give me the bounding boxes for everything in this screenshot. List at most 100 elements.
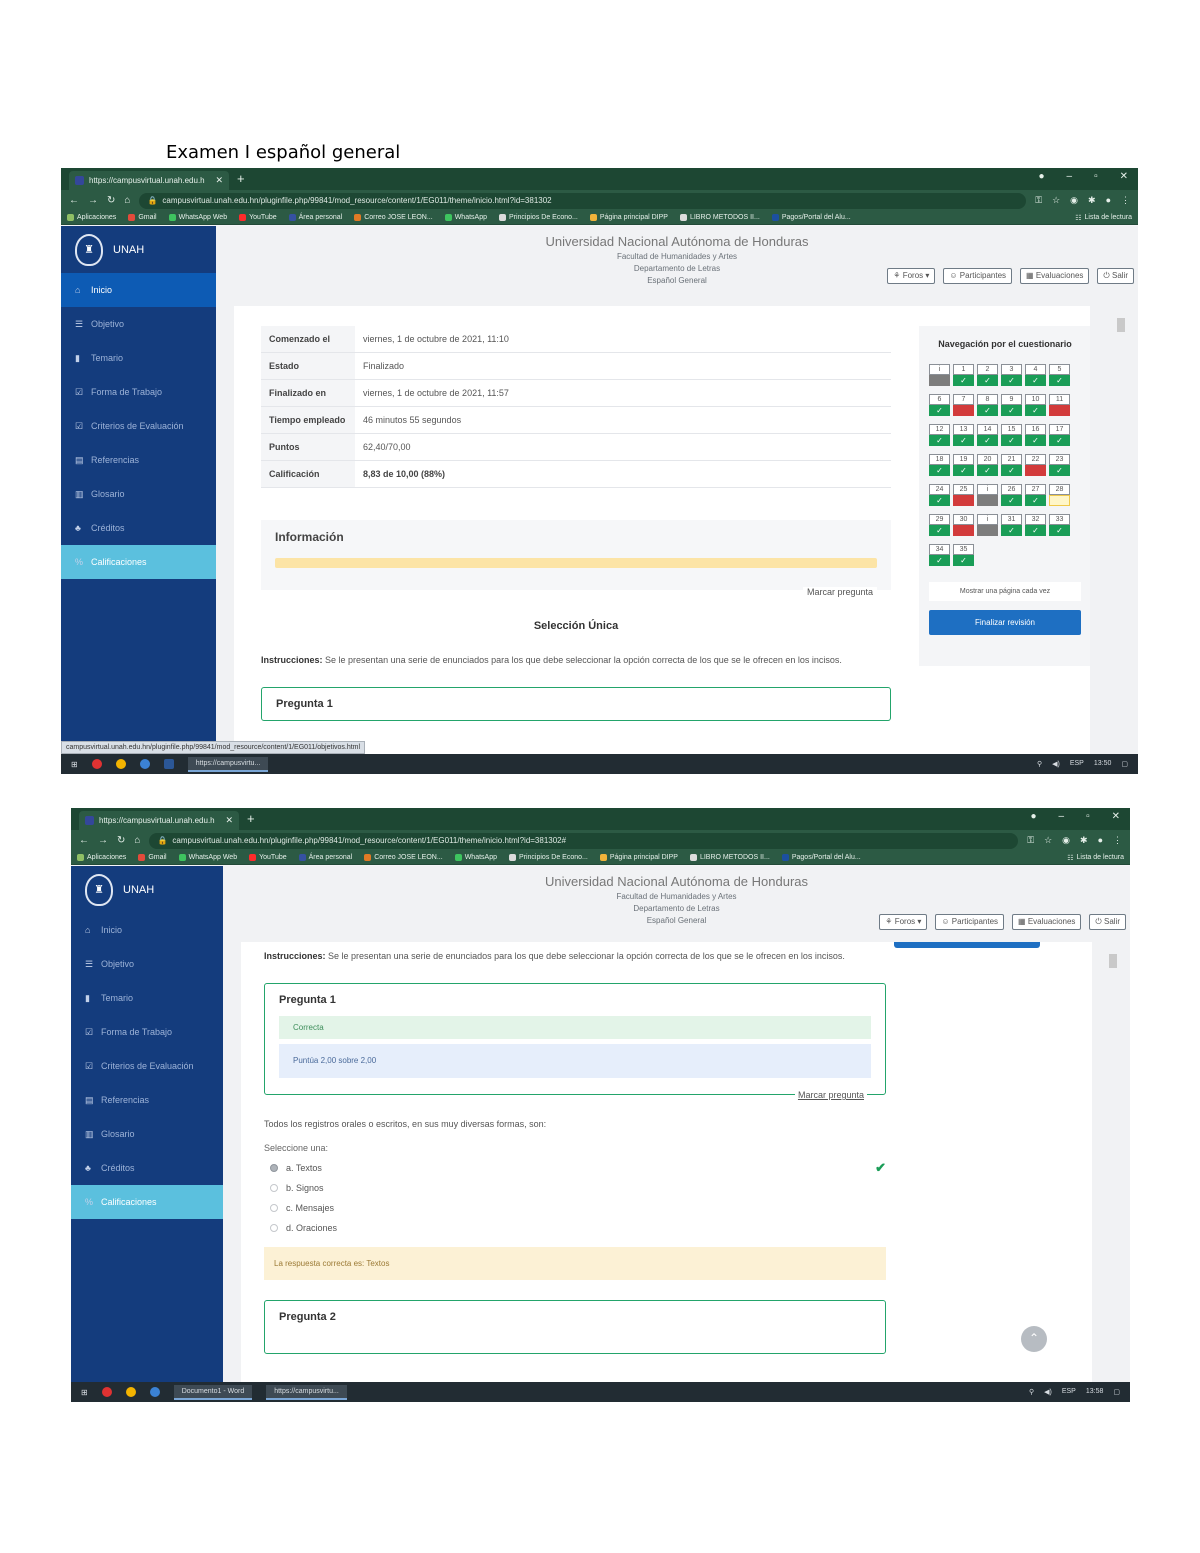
opera-icon[interactable] xyxy=(91,759,102,769)
evaluaciones-button[interactable]: ▦ Evaluaciones xyxy=(1020,268,1090,284)
back-icon[interactable]: ← xyxy=(79,835,89,846)
account-icon[interactable]: ● xyxy=(1106,195,1111,206)
quiz-nav-question[interactable]: 13 ✓ xyxy=(953,424,974,446)
sidebar-item-criterios[interactable]: ☑ Criterios de Evaluación xyxy=(61,409,216,443)
flag-question-link[interactable]: Marcar pregunta xyxy=(802,587,877,597)
star-icon[interactable]: ☆ xyxy=(1044,835,1052,846)
bookmark-item[interactable]: LIBRO METODOS II... xyxy=(679,214,760,221)
key-icon[interactable]: ⚿ xyxy=(1027,835,1034,846)
quiz-nav-question[interactable]: 7 xyxy=(953,394,974,416)
sidebar-item-inicio[interactable]: ⌂ Inicio xyxy=(71,913,223,947)
start-icon[interactable]: ⊞ xyxy=(81,1388,88,1397)
url-field[interactable]: 🔒 campusvirtual.unah.edu.hn/pluginfile.p… xyxy=(139,192,1027,209)
puzzle-icon[interactable]: ✱ xyxy=(1080,835,1088,846)
quiz-nav-question[interactable]: 10 ✓ xyxy=(1025,394,1046,416)
radio-selected[interactable] xyxy=(270,1164,278,1172)
bookmark-item[interactable]: YouTube xyxy=(249,854,287,861)
quiz-nav-question[interactable]: i xyxy=(977,514,998,536)
quiz-nav-question[interactable]: 29 ✓ xyxy=(929,514,950,536)
sidebar-item-glosario[interactable]: ▥ Glosario xyxy=(71,1117,223,1151)
close-window-button[interactable]: ✕ xyxy=(1112,811,1120,822)
profile-icon[interactable]: ● xyxy=(1038,171,1044,182)
bookmark-item[interactable]: Correo JOSE LEON... xyxy=(354,214,433,221)
sidebar-item-creditos[interactable]: ♣ Créditos xyxy=(71,1151,223,1185)
close-window-button[interactable]: ✕ xyxy=(1120,171,1128,182)
reload-icon[interactable]: ↻ xyxy=(107,195,115,206)
browser-tab[interactable]: https://campusvirtual.unah.edu.h ✕ xyxy=(69,171,229,190)
sidebar-item-referencias[interactable]: ▤ Referencias xyxy=(71,1083,223,1117)
quiz-nav-question[interactable]: 27 ✓ xyxy=(1025,484,1046,506)
quiz-nav-question[interactable]: 16 ✓ xyxy=(1025,424,1046,446)
quiz-nav-question[interactable]: 11 xyxy=(1049,394,1070,416)
word-icon[interactable] xyxy=(163,759,174,769)
browser-tab[interactable]: https://campusvirtual.unah.edu.h ✕ xyxy=(79,811,239,830)
scroll-to-top-button[interactable]: ⌃ xyxy=(1021,1326,1047,1352)
taskbar-app-chrome[interactable]: https://campusvirtu... xyxy=(187,756,269,772)
bookmark-item[interactable]: Área personal xyxy=(288,214,342,221)
taskbar-app-chrome[interactable]: https://campusvirtu... xyxy=(266,1384,347,1400)
reading-list-button[interactable]: ☷ Lista de lectura xyxy=(1067,854,1124,862)
taskbar-app-word[interactable]: Documento1 - Word xyxy=(173,1384,253,1400)
flag-question-link[interactable]: Marcar pregunta xyxy=(794,1090,867,1100)
quiz-nav-question[interactable]: 25 xyxy=(953,484,974,506)
quiz-nav-question[interactable]: 23 ✓ xyxy=(1049,454,1070,476)
menu-icon[interactable]: ⋮ xyxy=(1121,195,1130,206)
bookmark-item[interactable]: Pagos/Portal del Alu... xyxy=(771,214,851,221)
quiz-nav-question[interactable]: 17 ✓ xyxy=(1049,424,1070,446)
bookmark-item[interactable]: Gmail xyxy=(138,854,167,861)
salir-button[interactable]: ⏻ Salir xyxy=(1089,914,1126,930)
answer-option[interactable]: c. Mensajes xyxy=(264,1203,886,1213)
answer-option[interactable]: a. Textos ✔ xyxy=(264,1160,886,1175)
sidebar-item-objetivo[interactable]: ☰ Objetivo xyxy=(61,307,216,341)
finish-review-button-edge[interactable] xyxy=(894,942,1040,948)
sidebar-logo[interactable]: ♜ UNAH xyxy=(71,866,223,913)
sidebar-logo[interactable]: ♜ UNAH xyxy=(61,226,216,273)
puzzle-icon[interactable]: ✱ xyxy=(1088,195,1096,206)
salir-button[interactable]: ⏻ Salir xyxy=(1097,268,1134,284)
quiz-nav-question[interactable]: 22 xyxy=(1025,454,1046,476)
quiz-nav-question[interactable]: 31 ✓ xyxy=(1001,514,1022,536)
forward-icon[interactable]: → xyxy=(88,195,98,206)
quiz-nav-question[interactable]: 2 ✓ xyxy=(977,364,998,386)
opera-icon[interactable] xyxy=(101,1387,112,1397)
participantes-button[interactable]: ☺ Participantes xyxy=(943,268,1013,284)
extension-icon[interactable]: ◉ xyxy=(1062,835,1070,846)
quiz-nav-question[interactable]: i xyxy=(929,364,950,386)
scrollbar-thumb[interactable] xyxy=(1117,318,1125,332)
radio[interactable] xyxy=(270,1224,278,1232)
bookmark-item[interactable]: Página principal DIPP xyxy=(599,854,678,861)
page-scrollbar[interactable] xyxy=(1108,946,1118,1378)
bookmark-item[interactable]: Pagos/Portal del Alu... xyxy=(781,854,861,861)
reading-list-button[interactable]: ☷ Lista de lectura xyxy=(1075,214,1132,222)
start-icon[interactable]: ⊞ xyxy=(71,760,78,769)
quiz-nav-question[interactable]: 12 ✓ xyxy=(929,424,950,446)
home-icon[interactable]: ⌂ xyxy=(124,195,130,206)
quiz-nav-question[interactable]: 20 ✓ xyxy=(977,454,998,476)
sidebar-item-creditos[interactable]: ♣ Créditos xyxy=(61,511,216,545)
reload-icon[interactable]: ↻ xyxy=(117,835,125,846)
page-scrollbar[interactable] xyxy=(1116,310,1126,750)
sidebar-item-inicio[interactable]: ⌂ Inicio xyxy=(61,273,216,307)
sidebar-item-objetivo[interactable]: ☰ Objetivo xyxy=(71,947,223,981)
quiz-nav-question[interactable]: 14 ✓ xyxy=(977,424,998,446)
participantes-button[interactable]: ☺ Participantes xyxy=(935,914,1005,930)
close-tab-icon[interactable]: ✕ xyxy=(225,815,233,826)
notifications-icon[interactable]: ▢ xyxy=(1121,760,1128,768)
bookmark-item[interactable]: WhatsApp xyxy=(454,854,497,861)
quiz-nav-question[interactable]: 4 ✓ xyxy=(1025,364,1046,386)
profile-icon[interactable]: ● xyxy=(1030,811,1036,822)
bookmark-item[interactable]: LIBRO METODOS II... xyxy=(689,854,770,861)
bookmark-item[interactable]: WhatsApp xyxy=(444,214,487,221)
sidebar-item-calificaciones[interactable]: % Calificaciones xyxy=(71,1185,223,1219)
close-tab-icon[interactable]: ✕ xyxy=(215,175,223,186)
sidebar-item-forma-de-trabajo[interactable]: ☑ Forma de Trabajo xyxy=(61,375,216,409)
bookmark-item[interactable]: Correo JOSE LEON... xyxy=(364,854,443,861)
evaluaciones-button[interactable]: ▦ Evaluaciones xyxy=(1012,914,1082,930)
restore-button[interactable]: ▫ xyxy=(1094,171,1098,182)
quiz-nav-question[interactable]: 26 ✓ xyxy=(1001,484,1022,506)
forward-icon[interactable]: → xyxy=(98,835,108,846)
bookmark-item[interactable]: Principios De Econo... xyxy=(498,214,578,221)
url-field[interactable]: 🔒 campusvirtual.unah.edu.hn/pluginfile.p… xyxy=(149,832,1019,849)
quiz-nav-question[interactable]: 21 ✓ xyxy=(1001,454,1022,476)
new-tab-button[interactable]: + xyxy=(247,811,255,826)
